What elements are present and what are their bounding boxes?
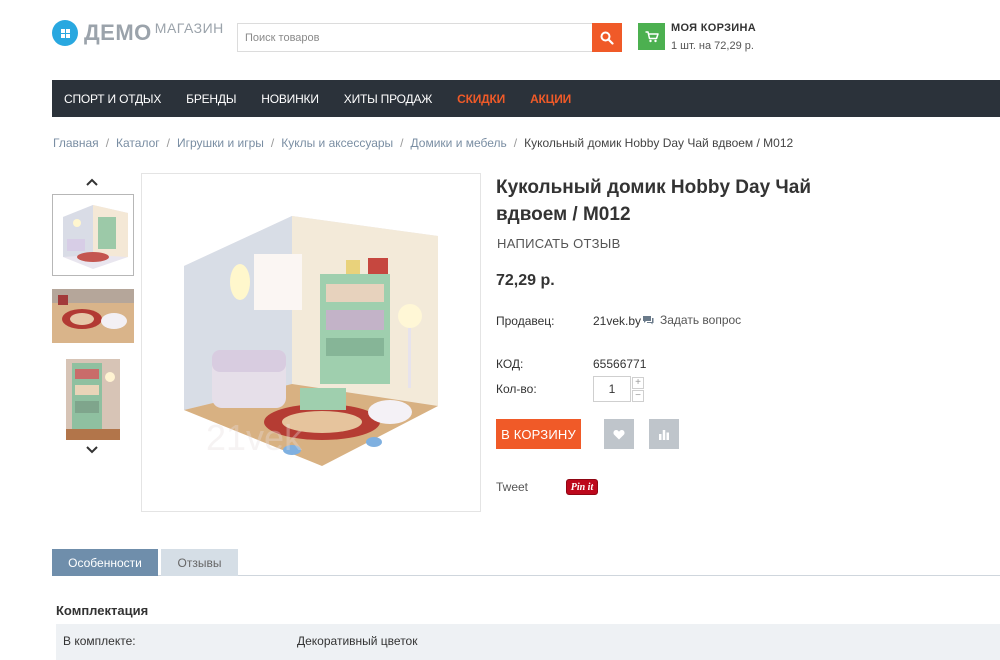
product-thumbnail-image bbox=[66, 359, 120, 440]
thumbnail-1[interactable] bbox=[52, 194, 134, 276]
thumbnail-2[interactable] bbox=[52, 289, 134, 343]
breadcrumb: Главная / Каталог / Игрушки и игры / Кук… bbox=[53, 136, 793, 150]
breadcrumb-catalog[interactable]: Каталог bbox=[116, 136, 160, 150]
chat-icon bbox=[643, 316, 654, 325]
nav-item-bestsellers[interactable]: ХИТЫ ПРОДАЖ bbox=[332, 92, 445, 106]
search-button[interactable] bbox=[592, 23, 622, 52]
product-title: Кукольный домик Hobby Day Чай вдвоем / M… bbox=[496, 177, 812, 225]
search-icon bbox=[600, 31, 614, 45]
spec-value: Декоративный цветок bbox=[297, 634, 418, 648]
cart-icon bbox=[645, 30, 659, 42]
thumbs-up-button[interactable] bbox=[84, 176, 100, 188]
search-input[interactable] bbox=[238, 24, 592, 51]
write-review-link[interactable]: НАПИСАТЬ ОТЗЫВ bbox=[497, 236, 621, 251]
main-product-image[interactable]: 21vek bbox=[141, 173, 481, 512]
cart-summary[interactable]: 1 шт. на 72,29 р. bbox=[671, 40, 754, 52]
nav-item-sport[interactable]: СПОРТ И ОТДЫХ bbox=[52, 92, 174, 106]
main-nav: СПОРТ И ОТДЫХ БРЕНДЫ НОВИНКИ ХИТЫ ПРОДАЖ… bbox=[52, 80, 1000, 117]
qty-label: Кол-во: bbox=[496, 382, 537, 396]
logo-subtext: МАГАЗИН bbox=[154, 20, 224, 36]
ask-question-link[interactable]: Задать вопрос bbox=[642, 313, 741, 327]
qty-minus-button[interactable]: − bbox=[632, 390, 644, 402]
heart-icon bbox=[613, 429, 625, 439]
thumbs-down-button[interactable] bbox=[84, 444, 100, 456]
breadcrumb-separator: / bbox=[105, 136, 110, 150]
search-bar bbox=[237, 23, 622, 52]
breadcrumb-separator: / bbox=[166, 136, 170, 150]
seller-label: Продавец: bbox=[496, 314, 555, 328]
logo-text: ДЕМО bbox=[84, 20, 152, 45]
nav-item-new[interactable]: НОВИНКИ bbox=[249, 92, 332, 106]
breadcrumb-toys[interactable]: Игрушки и игры bbox=[177, 136, 264, 150]
logo[interactable]: ДЕМО МАГАЗИН bbox=[52, 20, 224, 46]
compare-button[interactable] bbox=[649, 419, 679, 449]
breadcrumb-separator: / bbox=[400, 136, 404, 150]
section-title: Комплектация bbox=[56, 603, 149, 618]
code-label: КОД: bbox=[496, 357, 524, 371]
breadcrumb-separator: / bbox=[270, 136, 275, 150]
logo-icon bbox=[52, 20, 78, 46]
seller-link[interactable]: 21vek.by bbox=[593, 314, 641, 328]
tweet-button[interactable]: Tweet bbox=[496, 480, 528, 494]
tab-reviews[interactable]: Отзывы bbox=[161, 549, 238, 576]
breadcrumb-home[interactable]: Главная bbox=[53, 136, 99, 150]
add-to-cart-button[interactable]: В КОРЗИНУ bbox=[496, 419, 581, 449]
tab-features[interactable]: Особенности bbox=[52, 549, 158, 576]
chevron-up-icon bbox=[86, 178, 98, 186]
thumbnail-3[interactable] bbox=[66, 359, 120, 440]
wishlist-button[interactable] bbox=[604, 419, 634, 449]
product-price: 72,29 р. bbox=[496, 272, 555, 289]
product-image: 21vek bbox=[142, 174, 480, 511]
nav-item-promotions[interactable]: АКЦИИ bbox=[518, 92, 584, 106]
product-thumbnail-image bbox=[53, 195, 133, 275]
compare-icon bbox=[659, 429, 669, 440]
cart-title[interactable]: МОЯ КОРЗИНА bbox=[671, 22, 756, 34]
chevron-down-icon bbox=[86, 446, 98, 454]
breadcrumb-separator: / bbox=[513, 136, 518, 150]
code-value: 65566771 bbox=[593, 357, 647, 371]
spec-row bbox=[56, 624, 1000, 660]
breadcrumb-dolls[interactable]: Куклы и аксессуары bbox=[281, 136, 393, 150]
quantity-input[interactable]: 1 bbox=[593, 376, 631, 402]
breadcrumb-current: Кукольный домик Hobby Day Чай вдвоем / M… bbox=[524, 136, 794, 150]
svg-text:21vek: 21vek bbox=[206, 417, 303, 458]
cart-button[interactable] bbox=[638, 23, 665, 50]
nav-item-brands[interactable]: БРЕНДЫ bbox=[174, 92, 249, 106]
ask-question-label: Задать вопрос bbox=[660, 313, 742, 327]
product-thumbnail-image bbox=[52, 289, 134, 343]
breadcrumb-houses[interactable]: Домики и мебель bbox=[411, 136, 507, 150]
nav-item-discounts[interactable]: СКИДКИ bbox=[445, 92, 518, 106]
pinit-button[interactable]: Pin it bbox=[566, 479, 598, 495]
spec-key: В комплекте: bbox=[63, 634, 136, 648]
qty-plus-button[interactable]: + bbox=[632, 377, 644, 389]
